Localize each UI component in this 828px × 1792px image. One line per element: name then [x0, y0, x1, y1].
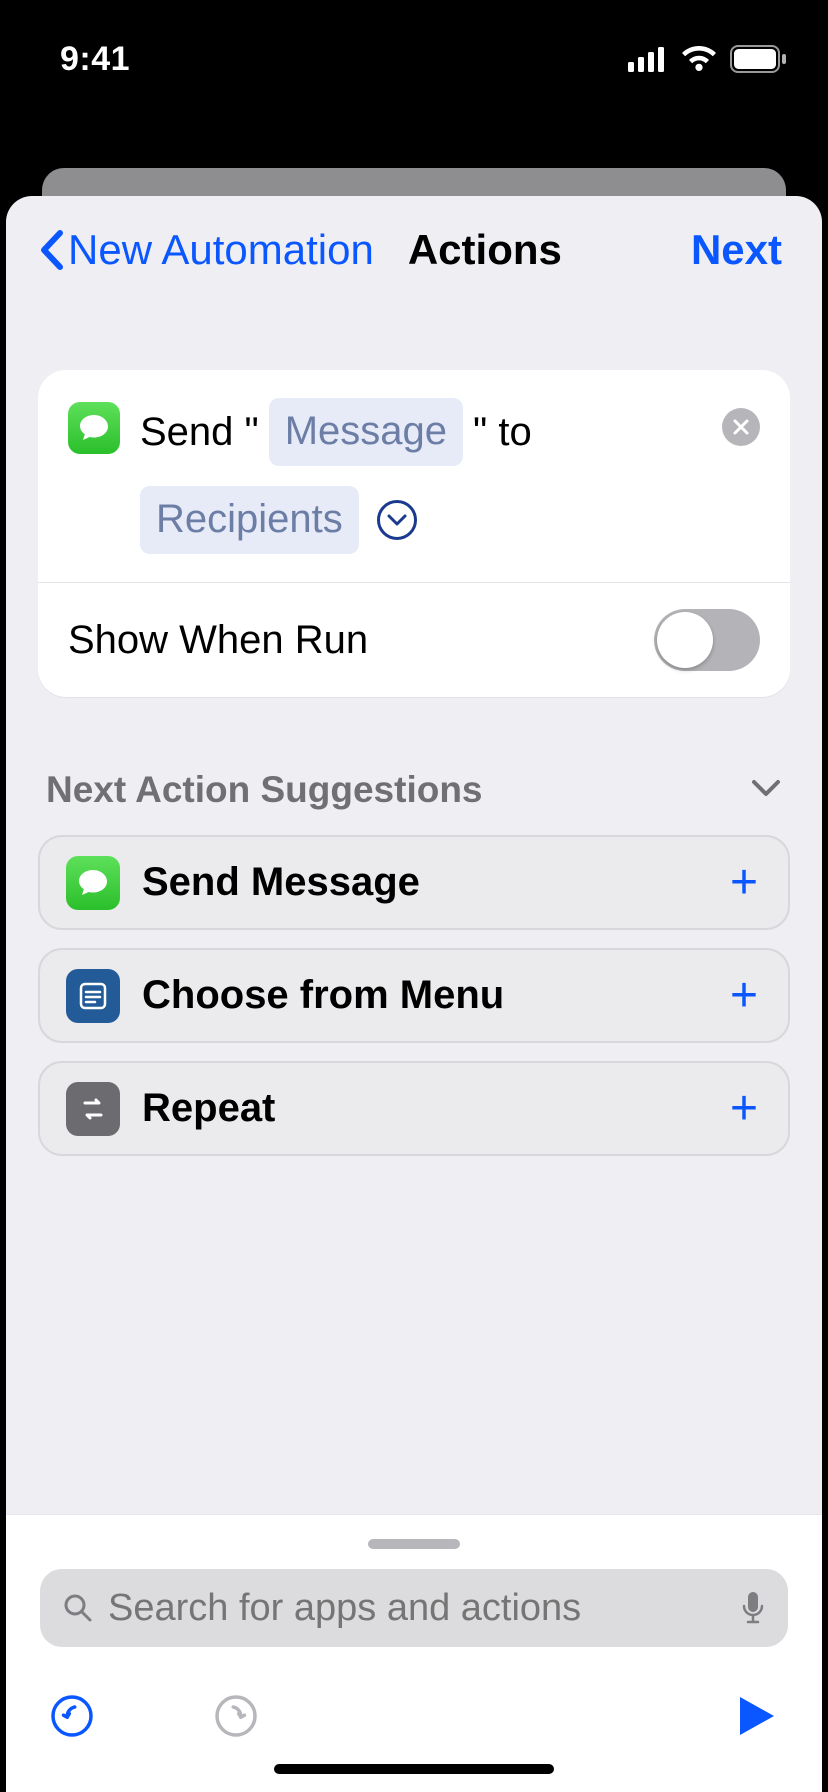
send-message-action-row[interactable]: Send " Message " to Recipients — [38, 370, 790, 582]
wifi-icon — [680, 45, 718, 73]
nav-title: Actions — [408, 226, 562, 274]
search-icon — [62, 1592, 94, 1624]
redo-button[interactable] — [214, 1694, 258, 1743]
chevron-down-icon — [750, 778, 782, 803]
text-to: " to — [473, 401, 532, 463]
suggestion-repeat[interactable]: Repeat + — [38, 1061, 790, 1156]
close-icon — [732, 418, 750, 436]
suggestion-label: Send Message — [142, 860, 704, 905]
battery-icon — [730, 45, 788, 73]
back-button[interactable]: New Automation — [38, 226, 374, 274]
suggestion-label: Choose from Menu — [142, 973, 704, 1018]
run-button[interactable] — [736, 1693, 778, 1744]
back-label: New Automation — [68, 226, 374, 274]
microphone-icon[interactable] — [740, 1590, 766, 1626]
status-icons — [628, 45, 788, 73]
search-bar[interactable] — [40, 1569, 788, 1647]
status-bar: 9:41 — [0, 0, 828, 100]
messages-app-icon — [68, 402, 120, 454]
home-indicator[interactable] — [274, 1764, 554, 1774]
chevron-left-icon — [38, 229, 64, 271]
recipients-token[interactable]: Recipients — [140, 486, 359, 554]
message-token[interactable]: Message — [269, 398, 463, 466]
remove-action-button[interactable] — [722, 408, 760, 446]
undo-icon — [50, 1694, 94, 1738]
search-input[interactable] — [108, 1587, 726, 1630]
show-when-run-row: Show When Run — [38, 582, 790, 697]
add-suggestion-button[interactable]: + — [726, 1081, 762, 1136]
toggle-knob — [657, 612, 713, 668]
action-text: Send " Message " to Recipients — [140, 398, 702, 554]
show-when-run-toggle[interactable] — [654, 609, 760, 671]
expand-action-button[interactable] — [377, 500, 417, 540]
messages-app-icon — [66, 856, 120, 910]
undo-button[interactable] — [50, 1694, 94, 1743]
suggestion-label: Repeat — [142, 1086, 704, 1131]
sheet-grabber[interactable] — [368, 1539, 460, 1549]
action-card: Send " Message " to Recipients Show When… — [38, 370, 790, 697]
show-when-run-label: Show When Run — [68, 618, 368, 663]
status-time: 9:41 — [60, 40, 130, 79]
sheet-modal: New Automation Actions Next Send " Messa… — [6, 196, 822, 1792]
chevron-down-icon — [387, 513, 407, 527]
add-suggestion-button[interactable]: + — [726, 968, 762, 1023]
redo-icon — [214, 1694, 258, 1738]
suggestions-header[interactable]: Next Action Suggestions — [6, 697, 822, 835]
repeat-icon — [66, 1082, 120, 1136]
bottom-panel — [6, 1514, 822, 1792]
suggestions-title: Next Action Suggestions — [46, 769, 483, 811]
suggestion-send-message[interactable]: Send Message + — [38, 835, 790, 930]
next-button[interactable]: Next — [691, 226, 782, 274]
signal-icon — [628, 46, 668, 72]
play-icon — [736, 1693, 778, 1739]
text-send: Send " — [140, 401, 259, 463]
menu-icon — [66, 969, 120, 1023]
add-suggestion-button[interactable]: + — [726, 855, 762, 910]
toolbar — [6, 1647, 822, 1744]
nav-bar: New Automation Actions Next — [6, 196, 822, 314]
suggestion-choose-from-menu[interactable]: Choose from Menu + — [38, 948, 790, 1043]
